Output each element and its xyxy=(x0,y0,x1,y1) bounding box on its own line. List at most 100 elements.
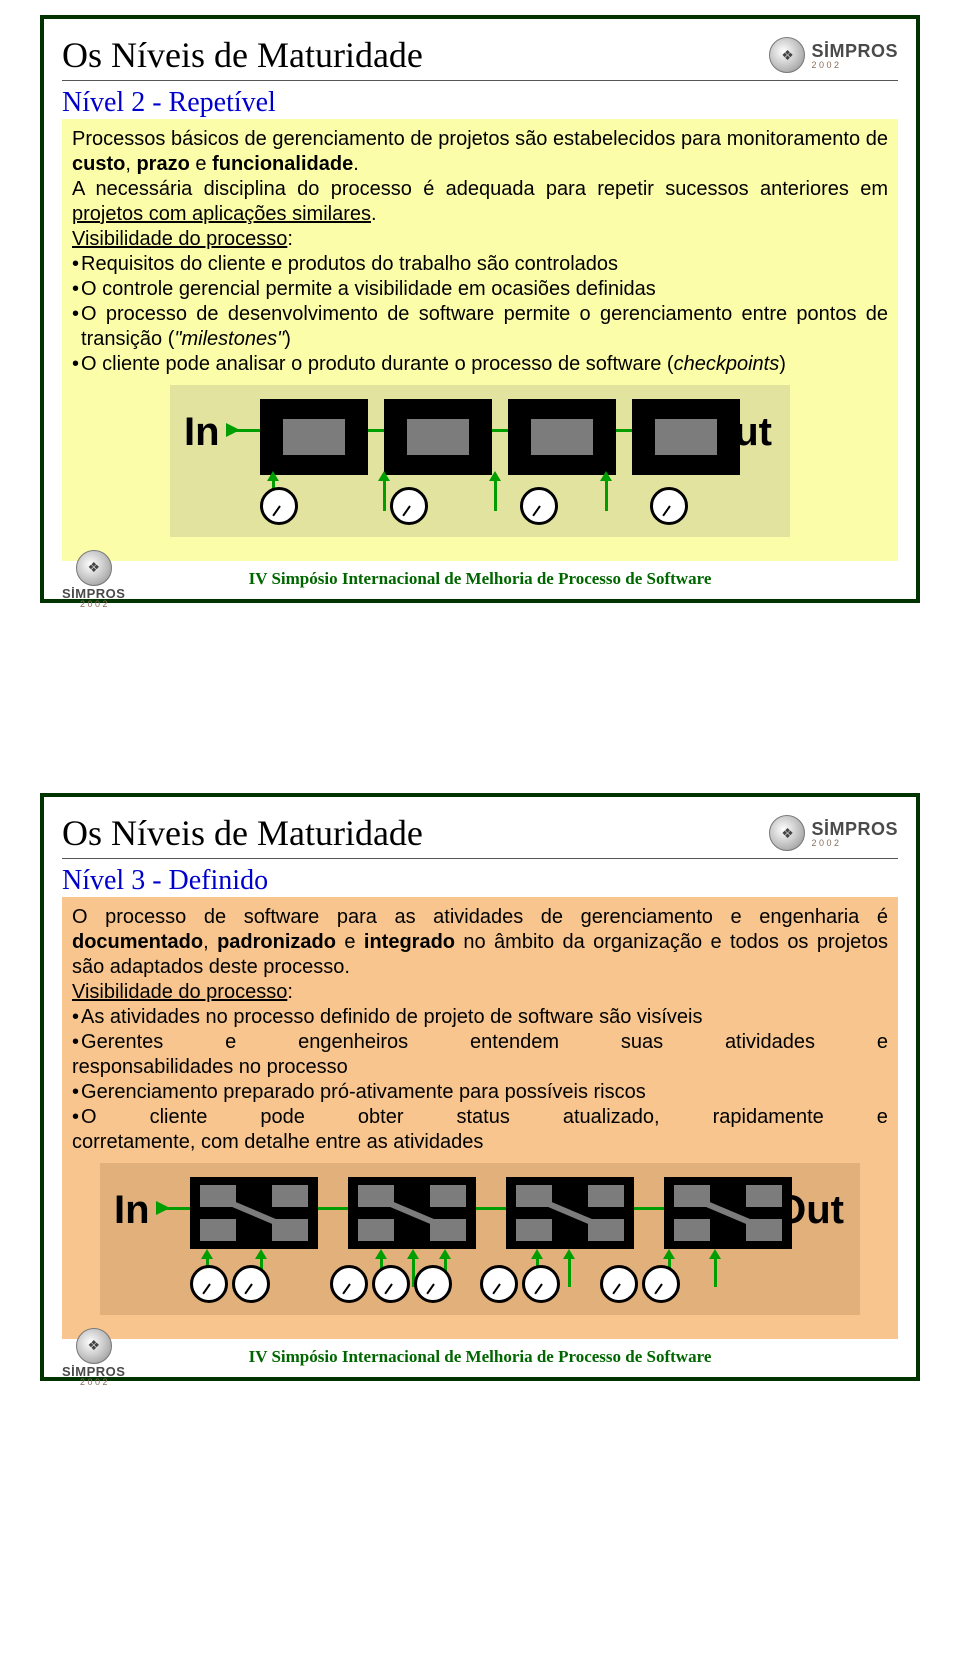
dial-icon xyxy=(414,1265,452,1303)
dial-icon xyxy=(330,1265,368,1303)
dial-icon xyxy=(480,1265,518,1303)
bullet-text: Gerenciamento preparado pró-ativamente p… xyxy=(81,1080,888,1105)
slide-subtitle: Nível 2 - Repetível xyxy=(62,87,898,119)
process-diagram: In Out xyxy=(170,385,790,537)
word: entendem xyxy=(470,1030,559,1055)
bullet-3: •Gerenciamento preparado pró-ativamente … xyxy=(72,1080,888,1105)
bullet-2-cont: responsabilidades no processo xyxy=(72,1055,888,1080)
process-block xyxy=(348,1177,476,1249)
text-italic: "milestones" xyxy=(174,328,284,350)
logo-text: SİMPROS xyxy=(811,41,898,62)
text: O cliente pode analisar o produto durant… xyxy=(81,353,674,375)
slide-1: Os Níveis de Maturidade ❖ SİMPROS 2 0 0 … xyxy=(40,15,920,603)
word: O xyxy=(81,1105,97,1130)
process-block xyxy=(260,399,368,475)
bullet-1: •As atividades no processo definido de p… xyxy=(72,1005,888,1030)
text: O processo de software para as atividade… xyxy=(72,906,888,928)
slide-title: Os Níveis de Maturidade xyxy=(62,34,423,76)
text: e xyxy=(190,153,212,175)
word: atividades xyxy=(725,1030,815,1055)
bullet-text: O cliente pode obter status atualizado, … xyxy=(81,1105,888,1130)
word: rapidamente xyxy=(713,1105,824,1130)
bullet-1: •Requisitos do cliente e produtos do tra… xyxy=(72,252,888,277)
text-underline: Visibilidade do processo xyxy=(72,981,287,1003)
process-block xyxy=(506,1177,634,1249)
logo-icon: ❖ xyxy=(76,1328,112,1364)
process-blocks xyxy=(260,399,740,475)
bullet-text: O processo de desenvolvimento de softwar… xyxy=(81,302,888,352)
logo-year: 2 0 0 2 xyxy=(80,1377,108,1387)
in-label: In xyxy=(114,1185,150,1235)
process-block xyxy=(632,399,740,475)
dial-icon xyxy=(390,487,428,525)
text-bold: custo xyxy=(72,153,125,175)
footer-text: IV Simpósio Internacional de Melhoria de… xyxy=(249,569,712,589)
bullet-4: •O cliente pode analisar o produto duran… xyxy=(72,352,888,377)
process-block xyxy=(384,399,492,475)
bullet-2: •O controle gerencial permite a visibili… xyxy=(72,277,888,302)
text-italic: checkpoints xyxy=(674,353,780,375)
text: e xyxy=(336,931,364,953)
paragraph-1: O processo de software para as atividade… xyxy=(72,905,888,980)
logo-icon: ❖ xyxy=(769,815,805,851)
footer-logo: ❖ SİMPROS 2 0 0 2 xyxy=(62,550,125,609)
dial-icon xyxy=(600,1265,638,1303)
logo-text: SİMPROS xyxy=(811,819,898,840)
process-block xyxy=(190,1177,318,1249)
word: suas xyxy=(621,1030,663,1055)
slide-header: Os Níveis de Maturidade ❖ SİMPROS 2 0 0 … xyxy=(62,34,898,81)
slide-subtitle: Nível 3 - Definido xyxy=(62,865,898,897)
text-bold: funcionalidade xyxy=(212,153,353,175)
bullet-text: O controle gerencial permite a visibilid… xyxy=(81,277,888,302)
word: e xyxy=(877,1105,888,1130)
brand-logo: ❖ SİMPROS 2 0 0 2 xyxy=(769,815,898,851)
slide-footer: ❖ SİMPROS 2 0 0 2 IV Simpósio Internacio… xyxy=(62,569,898,589)
bullet-4-cont: corretamente, com detalhe entre as ativi… xyxy=(72,1130,888,1155)
text: A necessária disciplina do processo é ad… xyxy=(72,178,888,200)
text: ) xyxy=(779,353,786,375)
process-block xyxy=(664,1177,792,1249)
slide-footer: ❖ SİMPROS 2 0 0 2 IV Simpósio Internacio… xyxy=(62,1347,898,1367)
word: e xyxy=(225,1030,236,1055)
visibility-heading: Visibilidade do processo: xyxy=(72,980,888,1005)
arrow-icon xyxy=(156,1201,170,1215)
slide-header: Os Níveis de Maturidade ❖ SİMPROS 2 0 0 … xyxy=(62,812,898,859)
slide-title: Os Níveis de Maturidade xyxy=(62,812,423,854)
text: Processos básicos de gerenciamento de pr… xyxy=(72,128,888,150)
text-underline: projetos com aplicações similares xyxy=(72,203,371,225)
word: status xyxy=(456,1105,509,1130)
checkpoint-dials xyxy=(260,487,688,525)
arrow-up-icon xyxy=(714,1259,717,1287)
content-box: O processo de software para as atividade… xyxy=(62,897,898,1339)
word: e xyxy=(877,1030,888,1055)
text: . xyxy=(353,153,359,175)
text-bold: integrado xyxy=(364,931,455,953)
arrow-icon xyxy=(226,423,240,437)
word: obter xyxy=(358,1105,404,1130)
text: , xyxy=(203,931,217,953)
logo-year: 2 0 0 2 xyxy=(80,599,108,609)
text-bold: documentado xyxy=(72,931,203,953)
bullet-text: Requisitos do cliente e produtos do trab… xyxy=(81,252,888,277)
checkpoint-dials xyxy=(190,1265,680,1303)
dial-icon xyxy=(232,1265,270,1303)
footer-text: IV Simpósio Internacional de Melhoria de… xyxy=(249,1347,712,1367)
text: . xyxy=(371,203,377,225)
word: atualizado, xyxy=(563,1105,660,1130)
text: , xyxy=(125,153,136,175)
word: cliente xyxy=(150,1105,208,1130)
visibility-heading: Visibilidade do processo: xyxy=(72,227,888,252)
paragraph-1: Processos básicos de gerenciamento de pr… xyxy=(72,127,888,177)
in-label: In xyxy=(184,407,220,457)
dial-icon xyxy=(260,487,298,525)
content-box: Processos básicos de gerenciamento de pr… xyxy=(62,119,898,561)
logo-icon: ❖ xyxy=(769,37,805,73)
bullet-text: Gerentes e engenheiros entendem suas ati… xyxy=(81,1030,888,1055)
bullet-3: •O processo de desenvolvimento de softwa… xyxy=(72,302,888,352)
dial-icon xyxy=(190,1265,228,1303)
process-diagram: In Out xyxy=(100,1163,860,1315)
dial-icon xyxy=(522,1265,560,1303)
logo-icon: ❖ xyxy=(76,550,112,586)
text-underline: Visibilidade do processo xyxy=(72,228,287,250)
dial-icon xyxy=(650,487,688,525)
